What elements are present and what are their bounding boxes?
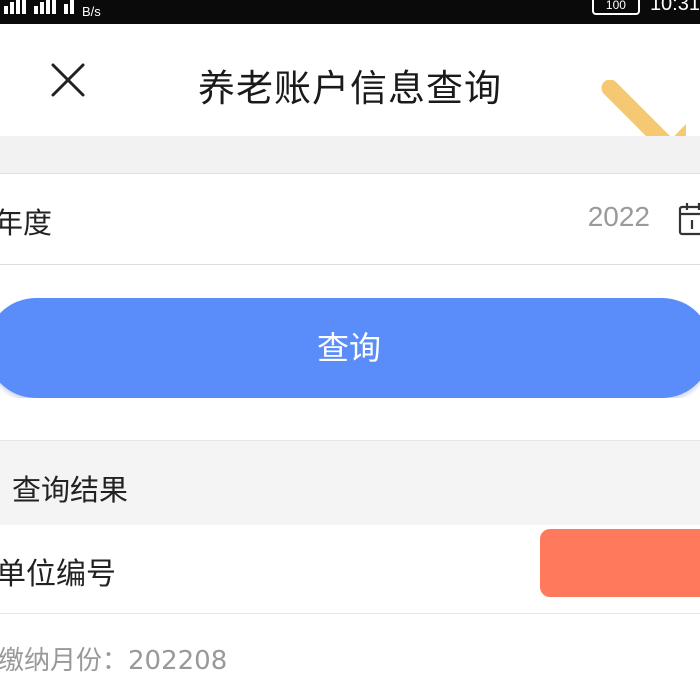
signal-icon-2 <box>34 0 56 14</box>
wifi-icon <box>64 0 74 14</box>
payment-month-label: 缴纳月份： <box>0 646 129 676</box>
payment-month-row: 缴纳月份：202208 <box>0 614 700 700</box>
unit-number-label: 单位编号 <box>0 557 116 592</box>
status-left: B/s <box>4 0 101 18</box>
spacer <box>0 398 700 440</box>
signal-icon <box>4 0 26 14</box>
results-title: 查询结果 <box>12 473 129 507</box>
year-label: 年度 <box>0 206 53 240</box>
unit-number-redacted <box>540 529 700 597</box>
calendar-icon[interactable] <box>678 200 700 236</box>
payment-month: 缴纳月份：202208 <box>0 640 227 677</box>
status-time: 10:31 <box>649 0 700 15</box>
status-right: 100 10:31 <box>591 0 700 16</box>
results-section-header: 查询结果 <box>0 440 700 526</box>
status-bar: B/s 100 10:31 <box>0 0 700 24</box>
year-value: 2022 <box>587 201 650 232</box>
battery-indicator: 100 <box>591 0 640 15</box>
payment-month-value: 202208 <box>128 646 228 676</box>
unit-number-row: 单位编号 <box>0 525 700 614</box>
year-selector[interactable]: 年度 2022 <box>0 174 700 265</box>
section-divider <box>0 136 700 174</box>
network-speed: B/s <box>82 4 101 19</box>
query-button[interactable]: 查询 <box>0 298 700 398</box>
